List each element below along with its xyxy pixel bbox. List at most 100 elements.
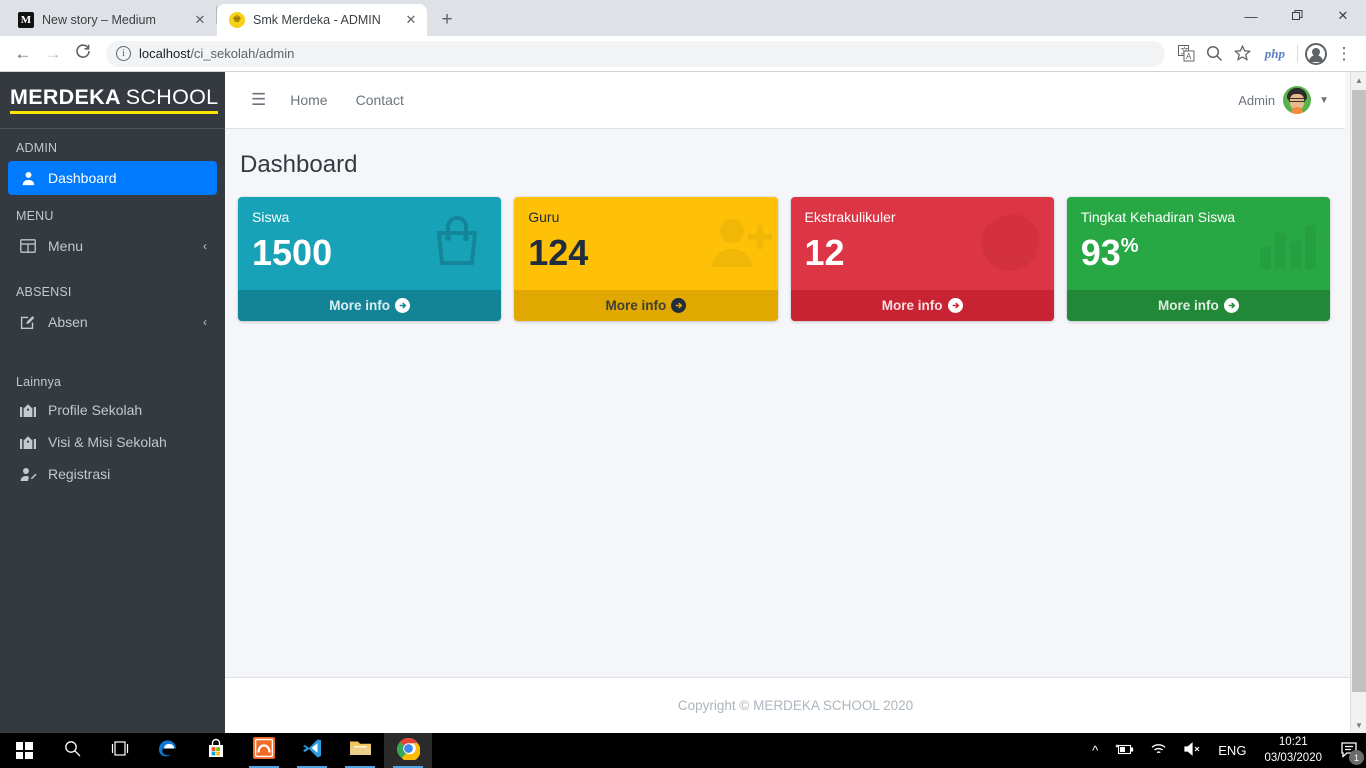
new-tab-button[interactable]: +: [433, 6, 461, 34]
crown-icon: ♚: [229, 12, 245, 28]
address-bar[interactable]: i localhost/ci_sekolah/admin: [106, 40, 1165, 67]
sidebar-section-lainnya: Lainnya: [16, 375, 62, 389]
show-hidden-icons-button[interactable]: ^: [1084, 733, 1106, 768]
stat-card-tingkat-kehadiran-siswa[interactable]: Tingkat Kehadiran Siswa 93% More info: [1066, 197, 1330, 321]
stat-card-ekstrakulikuler[interactable]: Ekstrakulikuler 12 More info: [790, 197, 1054, 321]
clock-date: 03/03/2020: [1264, 751, 1322, 764]
microsoft-store-button[interactable]: [192, 733, 240, 768]
page-scrollbar[interactable]: ▲ ▼: [1350, 72, 1366, 733]
reload-button[interactable]: [68, 39, 98, 69]
site-info-icon[interactable]: i: [116, 46, 131, 61]
start-button[interactable]: [0, 733, 48, 768]
hamburger-icon: ☰: [251, 90, 267, 109]
page-viewport: MERDEKA SCHOOL ADMIN Dashboard MENU Menu …: [0, 72, 1366, 733]
sidebar-item-menu[interactable]: Menu ‹: [8, 229, 217, 263]
xampp-button[interactable]: [240, 733, 288, 768]
grid-table-icon: [18, 239, 38, 253]
card-value: 1500: [252, 235, 487, 271]
card-title: Ekstrakulikuler: [804, 209, 896, 225]
clock[interactable]: 10:21 03/03/2020: [1254, 733, 1332, 768]
close-icon[interactable]: ✕: [192, 12, 208, 28]
bookmark-star-icon[interactable]: [1229, 40, 1257, 68]
maximize-button[interactable]: [1274, 0, 1320, 32]
edge-icon: [157, 737, 179, 764]
browser-toolbar: ← → i localhost/ci_sekolah/admin 文 A: [0, 36, 1366, 72]
vscode-icon: [301, 737, 323, 764]
profile-button[interactable]: [1302, 40, 1330, 68]
sidebar-item-visi-misi-sekolah[interactable]: Visi & Misi Sekolah: [8, 427, 217, 457]
tab-title: New story – Medium: [42, 13, 156, 27]
system-tray: ^ ENG 10:21 03/03/2020 1: [1084, 733, 1366, 768]
more-info-label: More info: [1158, 298, 1219, 313]
volume-button[interactable]: [1175, 733, 1210, 768]
stat-card-siswa[interactable]: Siswa 1500 More info: [238, 197, 502, 321]
edge-button[interactable]: [144, 733, 192, 768]
search-button[interactable]: [48, 733, 96, 768]
three-dot-menu-icon: ⋮: [1335, 43, 1353, 63]
more-info-label: More info: [881, 298, 943, 313]
sidebar-item-dashboard[interactable]: Dashboard: [8, 161, 217, 195]
avatar-beard: [1291, 107, 1304, 114]
scrollbar-thumb[interactable]: [1352, 90, 1366, 692]
sidebar-item-profile-sekolah[interactable]: Profile Sekolah: [8, 395, 217, 425]
user-edit-icon: [18, 467, 38, 482]
vscode-button[interactable]: [288, 733, 336, 768]
reload-icon: [75, 43, 91, 64]
close-button[interactable]: ✕: [1320, 0, 1366, 32]
minimize-button[interactable]: —: [1228, 0, 1274, 32]
card-more-info-link[interactable]: More info: [238, 290, 502, 321]
zoom-out-icon[interactable]: [1201, 40, 1229, 68]
windows-taskbar: ^ ENG 10:21 03/03/2020 1: [0, 733, 1366, 768]
avatar[interactable]: [1283, 86, 1312, 114]
sidebar-item-registrasi[interactable]: Registrasi: [8, 459, 217, 489]
forward-arrow-icon: →: [44, 43, 62, 63]
file-explorer-button[interactable]: [336, 733, 384, 768]
profile-avatar-icon: [1305, 42, 1327, 65]
nav-link-contact[interactable]: Contact: [342, 88, 418, 112]
nav-link-home[interactable]: Home: [276, 88, 341, 112]
stat-card-guru[interactable]: Guru 124 More info: [514, 197, 778, 321]
chrome-menu-button[interactable]: ⋮: [1330, 40, 1358, 68]
scroll-down-arrow-icon[interactable]: ▼: [1351, 717, 1366, 733]
search-icon: [64, 740, 81, 762]
navbar-user-area: Admin ▼: [1238, 86, 1329, 114]
sidebar-toggle-button[interactable]: ☰: [241, 86, 276, 114]
back-button[interactable]: ←: [8, 39, 38, 69]
scroll-up-arrow-icon[interactable]: ▲: [1351, 72, 1366, 88]
browser-tab-medium[interactable]: M New story – Medium ✕: [6, 4, 216, 36]
card-body: Tingkat Kehadiran Siswa 93%: [1067, 197, 1330, 290]
arrow-circle-right-icon: [395, 298, 410, 313]
url-host: localhost: [139, 46, 191, 61]
school-building-icon: [18, 403, 38, 418]
card-more-info-link[interactable]: More info: [514, 290, 778, 321]
battery-button[interactable]: [1106, 733, 1142, 768]
card-body: Ekstrakulikuler 12: [791, 197, 1054, 290]
copyright-text: Copyright © MERDEKA SCHOOL 2020: [677, 698, 914, 713]
notification-center-button[interactable]: 1: [1332, 733, 1366, 768]
card-more-info-link[interactable]: More info: [790, 290, 1054, 321]
card-value: 12: [805, 235, 1040, 271]
brand-logo[interactable]: MERDEKA SCHOOL: [0, 72, 225, 129]
chrome-button[interactable]: [384, 733, 432, 768]
task-view-button[interactable]: [96, 733, 144, 768]
language-indicator[interactable]: ENG: [1210, 733, 1254, 768]
url-path: /ci_sekolah/admin: [190, 46, 295, 61]
close-icon[interactable]: ✕: [403, 12, 419, 28]
translate-icon[interactable]: 文 A: [1173, 40, 1201, 68]
brand-text: MERDEKA SCHOOL: [10, 85, 219, 114]
sidebar-section-admin: ADMIN: [16, 141, 58, 155]
card-more-info-link[interactable]: More info: [1066, 290, 1330, 321]
minimize-icon: —: [1244, 8, 1258, 24]
arrow-circle-right-icon: [671, 298, 687, 313]
php-extension-button[interactable]: php: [1257, 46, 1293, 62]
chevron-down-icon[interactable]: ▼: [1319, 95, 1329, 106]
plus-icon: +: [441, 9, 453, 30]
brand-light: SCHOOL: [125, 85, 219, 110]
network-button[interactable]: [1142, 733, 1175, 768]
svg-text:A: A: [1186, 52, 1192, 61]
browser-tab-smk-merdeka[interactable]: ♚ Smk Merdeka - ADMIN ✕: [217, 4, 427, 36]
sidebar-section-absensi: ABSENSI: [16, 285, 72, 299]
sidebar-item-absen[interactable]: Absen ‹: [8, 305, 217, 339]
forward-button[interactable]: →: [38, 39, 68, 69]
